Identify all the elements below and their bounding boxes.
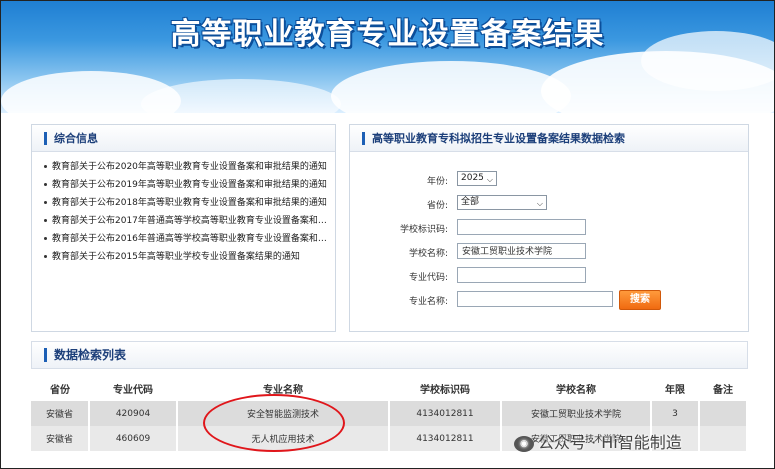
news-item-link[interactable]: 教育部关于公布2018年高等职业教育专业设置备案和审批结果的通知	[52, 198, 327, 208]
news-item[interactable]: 教育部关于公布2020年高等职业教育专业设置备案和审批结果的通知	[44, 158, 334, 176]
overview-panel: 综合信息 教育部关于公布2020年高等职业教育专业设置备案和审批结果的通知 教育…	[31, 124, 336, 332]
news-item[interactable]: 教育部关于公布2019年高等职业教育专业设置备案和审批结果的通知	[44, 176, 334, 194]
watermark: ◉ 公众号 · Hi智能制造	[514, 429, 682, 453]
news-item-link[interactable]: 教育部关于公布2019年高等职业教育专业设置备案和审批结果的通知	[52, 180, 327, 190]
province-label: 省份:	[426, 201, 448, 211]
news-item-link[interactable]: 教育部关于公布2017年普通高等学校高等职业教育专业设置备案和审…	[52, 216, 334, 226]
news-item[interactable]: 教育部关于公布2015年高等职业学校专业设置备案结果的通知	[44, 248, 334, 266]
table-row: 安徽省 420904 安全智能监测技术 4134012811 安徽工贸职业技术学…	[31, 401, 748, 426]
column-header: 学校名称	[501, 375, 651, 401]
school-name-input[interactable]: 安徽工贸职业技术学院	[457, 243, 586, 259]
overview-panel-header: 综合信息	[32, 125, 335, 152]
column-header: 年限	[651, 375, 699, 401]
column-header: 备注	[699, 375, 747, 401]
column-header: 专业代码	[89, 375, 177, 401]
column-header: 省份	[31, 375, 89, 401]
main-content: 综合信息 教育部关于公布2020年高等职业教育专业设置备案和审批结果的通知 教育…	[1, 113, 774, 468]
cell-school-name: 安徽工贸职业技术学院	[501, 401, 652, 426]
province-select[interactable]: 全部 ⌵	[457, 195, 547, 210]
major-name-label: 专业名称:	[408, 297, 448, 307]
cell-school-code: 4134012811	[389, 426, 502, 451]
news-item[interactable]: 教育部关于公布2017年普通高等学校高等职业教育专业设置备案和审…	[44, 212, 334, 230]
major-name-row: 专业名称: 搜索	[350, 290, 748, 311]
page-frame: 高等职业教育专业设置备案结果 综合信息 教育部关于公布2020年高等职业教育专业…	[0, 0, 775, 469]
year-row: 年份: 2025 ⌵	[350, 171, 748, 191]
news-item-link[interactable]: 教育部关于公布2015年高等职业学校专业设置备案结果的通知	[52, 252, 300, 262]
school-code-input[interactable]	[457, 219, 586, 235]
search-panel: 高等职业教育专科拟招生专业设置备案结果数据检索 年份: 2025 ⌵ 省份: 全…	[349, 124, 749, 332]
page-title: 高等职业教育专业设置备案结果	[170, 17, 605, 52]
year-select-value: 2025	[461, 173, 484, 183]
bullet-icon	[44, 237, 47, 240]
news-item[interactable]: 教育部关于公布2018年高等职业教育专业设置备案和审批结果的通知	[44, 194, 334, 212]
cell-notes	[699, 401, 748, 426]
cell-province: 安徽省	[31, 426, 90, 451]
search-title: 高等职业教育专科拟招生专业设置备案结果数据检索	[372, 132, 625, 145]
cell-province: 安徽省	[31, 401, 90, 426]
cloud-decoration	[331, 61, 571, 113]
results-header: 数据检索列表	[31, 341, 748, 369]
major-code-input[interactable]	[457, 267, 586, 283]
bullet-icon	[44, 201, 47, 204]
overview-title: 综合信息	[54, 132, 98, 145]
search-button[interactable]: 搜索	[619, 290, 661, 310]
column-header: 学校标识码	[389, 375, 501, 401]
year-select[interactable]: 2025 ⌵	[457, 171, 497, 186]
bullet-icon	[44, 165, 47, 168]
cell-school-code: 4134012811	[389, 401, 502, 426]
watermark-text: 公众号 · Hi智能制造	[538, 433, 682, 452]
table-header-row: 省份 专业代码 专业名称 学校标识码 学校名称 年限 备注	[31, 375, 747, 401]
school-code-label: 学校标识码:	[399, 225, 448, 235]
province-select-value: 全部	[461, 197, 480, 207]
bullet-icon	[44, 255, 47, 258]
major-code-row: 专业代码:	[350, 267, 748, 287]
school-name-row: 学校名称: 安徽工贸职业技术学院	[350, 243, 748, 263]
school-name-label: 学校名称:	[408, 249, 448, 259]
section-marker	[44, 132, 47, 145]
major-code-label: 专业代码:	[408, 273, 448, 283]
cell-years: 3	[651, 401, 700, 426]
news-item-link[interactable]: 教育部关于公布2020年高等职业教育专业设置备案和审批结果的通知	[52, 162, 327, 172]
search-panel-header: 高等职业教育专科拟招生专业设置备案结果数据检索	[350, 125, 748, 152]
cloud-decoration	[141, 79, 341, 113]
chevron-down-icon: ⌵	[486, 175, 493, 184]
bullet-icon	[44, 219, 47, 222]
bullet-icon	[44, 183, 47, 186]
news-item[interactable]: 教育部关于公布2016年普通高等学校高等职业教育专业设置备案和审…	[44, 230, 334, 248]
wechat-icon: ◉	[514, 435, 534, 452]
news-item-link[interactable]: 教育部关于公布2016年普通高等学校高等职业教育专业设置备案和审…	[52, 234, 334, 244]
section-marker	[44, 348, 47, 362]
results-title: 数据检索列表	[54, 348, 127, 362]
highlight-circle	[203, 394, 345, 452]
cell-major-code: 460609	[89, 426, 178, 451]
school-code-row: 学校标识码:	[350, 219, 748, 239]
cell-major-code: 420904	[89, 401, 178, 426]
province-row: 省份: 全部 ⌵	[350, 195, 748, 215]
chevron-down-icon: ⌵	[536, 199, 543, 208]
news-list: 教育部关于公布2020年高等职业教育专业设置备案和审批结果的通知 教育部关于公布…	[32, 158, 335, 266]
year-label: 年份:	[426, 177, 448, 187]
section-marker	[362, 132, 365, 145]
banner: 高等职业教育专业设置备案结果	[1, 1, 774, 113]
cell-notes	[699, 426, 748, 451]
major-name-input[interactable]	[457, 291, 613, 307]
